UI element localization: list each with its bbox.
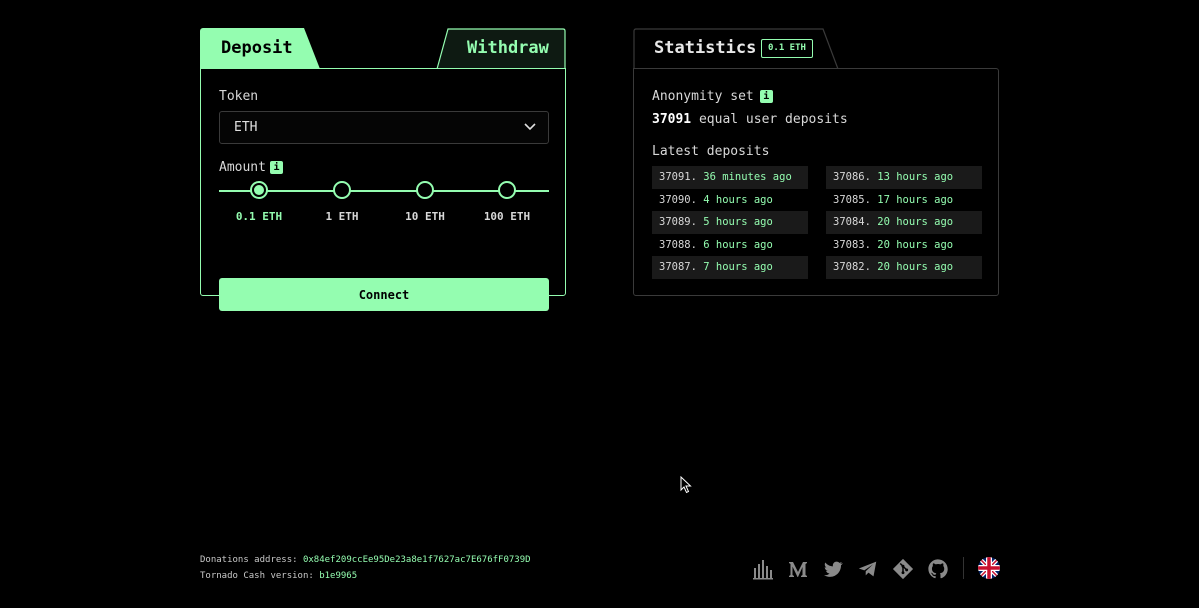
info-icon[interactable]: i [269,161,283,174]
version-line: Tornado Cash version: b1e9965 [200,571,357,581]
deposit-row: 37083. 20 hours ago [826,234,982,257]
amount-option-10-eth[interactable] [416,181,434,199]
token-select[interactable]: ETH [219,111,549,144]
deposit-id: 37083. [833,238,871,251]
donations-line: Donations address: 0x84ef209ccEe95De23a8… [200,555,531,565]
deposit-time: 36 minutes ago [703,171,792,183]
version-label: Tornado Cash version: [200,571,314,581]
github-icon[interactable] [927,558,949,580]
statistics-tab: Statistics 0.1 ETH [633,28,839,69]
deposit-id: 37085. [833,193,871,206]
deposit-time: 20 hours ago [877,261,954,273]
deposit-id: 37084. [833,216,871,228]
deposit-row: 37090. 4 hours ago [652,189,808,212]
git-icon[interactable] [892,558,914,580]
telegram-icon[interactable] [857,558,879,580]
deposit-id: 37089. [659,216,697,228]
deposit-row: 37085. 17 hours ago [826,189,982,212]
deposit-row: 37084. 20 hours ago [826,211,982,234]
tab-deposit[interactable]: Deposit [200,28,320,69]
deposit-time: 17 hours ago [877,193,954,206]
anonymity-count: 37091 equal user deposits [652,112,848,127]
connect-button[interactable]: Connect [219,278,549,311]
deposit-row: 37087. 7 hours ago [652,256,808,279]
deposit-id: 37091. [659,171,697,183]
medium-icon[interactable] [787,558,809,580]
latest-deposits-right: 37086. 13 hours ago 37085. 17 hours ago … [826,166,982,279]
uk-flag-icon[interactable] [978,557,1000,579]
deposit-row: 37086. 13 hours ago [826,166,982,189]
anonymity-count-value: 37091 [652,112,692,127]
amount-option-1-eth[interactable] [333,181,351,199]
deposit-time: 20 hours ago [877,216,954,228]
statistics-panel: Statistics 0.1 ETH Anonymity set i 37091 … [633,28,999,296]
deposit-id: 37086. [833,171,871,183]
donations-label: Donations address: [200,555,298,565]
amount-option-0-1-eth[interactable] [250,181,268,199]
amount-label-text: Amount [219,160,266,175]
deposit-row: 37091. 36 minutes ago [652,166,808,189]
deposit-time: 13 hours ago [877,171,954,183]
statistics-body: Anonymity set i 37091 equal user deposits… [633,68,999,296]
statistics-amount-badge: 0.1 ETH [761,39,813,58]
statistics-title: Statistics [654,38,757,58]
anonymity-set-label: Anonymity set i [652,89,773,104]
latest-deposits-label: Latest deposits [652,144,770,159]
tab-withdraw[interactable]: Withdraw [436,28,566,69]
token-label: Token [219,89,259,104]
latest-deposits-left: 37091. 36 minutes ago 37090. 4 hours ago… [652,166,808,279]
tab-withdraw-label: Withdraw [467,38,549,58]
amount-label-10-eth[interactable]: 10 ETH [385,210,465,223]
deposit-id: 37090. [659,193,697,206]
amount-label-1-eth[interactable]: 1 ETH [302,210,382,223]
deposit-form: Token ETH Amount i 0.1 ETH 1 ETH 10 ETH 1… [200,68,566,311]
deposit-id: 37087. [659,261,697,273]
deposit-panel: Deposit Withdraw Token ETH Amount i 0.1 E… [200,28,566,311]
donations-address-link[interactable]: 0x84ef209ccEe95De23a8e1f7627ac7E676fF073… [303,555,531,565]
deposit-time: 20 hours ago [877,238,954,251]
anonymity-set-text: Anonymity set [652,89,754,104]
version-link[interactable]: b1e9965 [319,571,357,581]
deposit-id: 37082. [833,261,871,273]
amount-label-100-eth[interactable]: 100 ETH [467,210,547,223]
footer-divider [963,557,964,579]
deposit-row: 37088. 6 hours ago [652,234,808,257]
amount-label-0-1-eth[interactable]: 0.1 ETH [219,210,299,223]
anonymity-count-suffix: equal user deposits [698,112,848,127]
deposit-time: 5 hours ago [703,216,773,228]
info-icon[interactable]: i [759,90,773,103]
deposit-row: 37089. 5 hours ago [652,211,808,234]
chevron-down-icon [524,123,536,131]
deposit-row: 37082. 20 hours ago [826,256,982,279]
deposit-id: 37088. [659,238,697,251]
amount-label: Amount i [219,160,283,175]
mouse-cursor-icon [680,476,692,494]
twitter-icon[interactable] [822,558,844,580]
deposit-time: 7 hours ago [703,261,773,273]
deposit-time: 4 hours ago [703,193,773,206]
amount-option-100-eth[interactable] [498,181,516,199]
stats-icon[interactable] [752,558,774,580]
token-value: ETH [234,120,258,135]
deposit-time: 6 hours ago [703,238,773,251]
